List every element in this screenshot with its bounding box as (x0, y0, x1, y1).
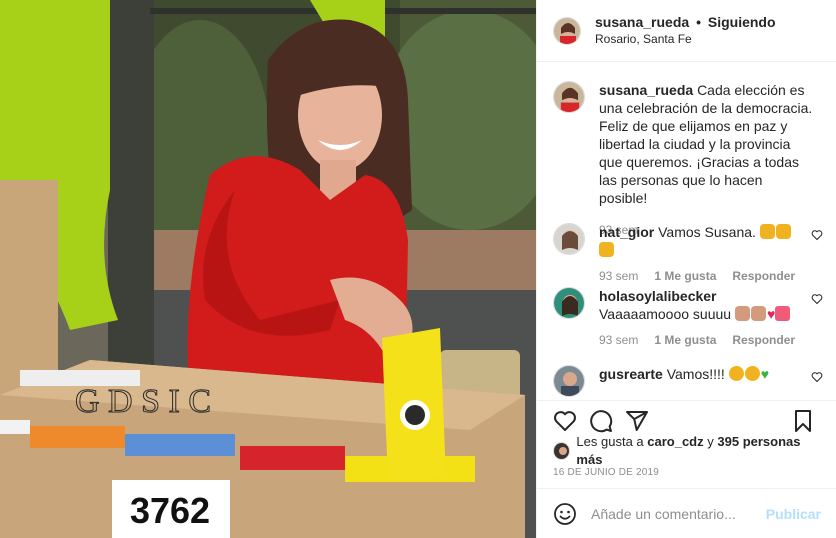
avatar-image (554, 224, 584, 254)
save-bookmark-icon[interactable] (791, 409, 815, 433)
header-text: susana_rueda • Siguiendo Rosario, Santa … (595, 14, 776, 48)
comment-item: nat_gior Vamos Susana. 93 sem 1 Me gusta… (553, 223, 823, 285)
avatar[interactable] (553, 81, 585, 113)
avatar[interactable] (553, 365, 585, 397)
like-comment-heart-icon[interactable] (811, 293, 823, 305)
clap-icon (728, 366, 744, 381)
heart-ribbon-icon (775, 306, 791, 321)
avatar-image (554, 288, 584, 318)
emoji-smile-icon[interactable] (553, 502, 577, 526)
comment-time[interactable]: 93 sem (599, 267, 638, 285)
post-sidebar: susana_rueda • Siguiendo Rosario, Santa … (536, 0, 836, 538)
muscle-icon (750, 306, 766, 321)
comment-bubble-icon[interactable] (589, 409, 613, 433)
comment-username[interactable]: gusrearte (599, 366, 663, 382)
comment-text: Vamos!!!! (666, 366, 725, 382)
comment-username[interactable]: nat_gior (599, 224, 654, 240)
comment-likes[interactable]: 1 Me gusta (654, 267, 716, 285)
avatar-image (554, 366, 584, 396)
caption: susana_rueda Cada elección es una celebr… (553, 81, 823, 239)
muscle-icon (734, 306, 750, 321)
post-image: G D S I C (0, 0, 536, 538)
ballot-box-number: 3762 (129, 490, 211, 531)
like-heart-icon[interactable] (553, 409, 577, 433)
avatar[interactable] (553, 287, 585, 319)
comments-list[interactable]: susana_rueda Cada elección es una celebr… (537, 63, 836, 399)
action-icons (537, 401, 836, 441)
comment-text: Vamos Susana. (658, 224, 756, 240)
avatar[interactable] (553, 223, 585, 255)
like-comment-heart-icon[interactable] (811, 371, 823, 383)
avatar[interactable] (553, 16, 581, 45)
muscle-icon (759, 224, 775, 239)
clap-icon (744, 366, 760, 381)
publish-button[interactable]: Publicar (766, 506, 821, 522)
comment-input[interactable]: Añade un comentario... (591, 506, 766, 522)
comment-likes[interactable]: 1 Me gusta (654, 331, 716, 349)
following-button[interactable]: Siguiendo (708, 14, 776, 30)
separator-dot: • (696, 13, 701, 30)
post-header: susana_rueda • Siguiendo Rosario, Santa … (537, 0, 836, 62)
reply-button[interactable]: Responder (732, 267, 795, 285)
action-bar: Les gusta a caro_cdz y 395 personas más … (537, 400, 836, 478)
post-photo[interactable]: G D S I C 3762 (0, 0, 536, 538)
muscle-icon (599, 242, 614, 257)
location-link[interactable]: Rosario, Santa Fe (595, 31, 776, 48)
share-paper-plane-icon[interactable] (625, 409, 649, 433)
reply-button[interactable]: Responder (732, 331, 795, 349)
likes-summary: Les gusta a caro_cdz y 395 personas más (537, 434, 836, 467)
liker-avatar[interactable] (553, 442, 571, 460)
like-comment-heart-icon[interactable] (811, 229, 823, 241)
muscle-icon (775, 224, 791, 239)
heart-icon: ♥ (766, 306, 776, 322)
avatar-image (554, 443, 570, 459)
comment-text: Vaaaaamoooo suuuu (599, 306, 732, 322)
green-heart-icon: ♥ (760, 366, 769, 382)
caption-username[interactable]: susana_rueda (599, 82, 693, 98)
header-username[interactable]: susana_rueda (595, 14, 689, 30)
avatar-image (554, 82, 584, 112)
comment-username[interactable]: holasoylalibecker (599, 288, 717, 304)
comment-time[interactable]: 93 sem (599, 331, 638, 349)
add-comment-bar: Añade un comentario... Publicar (537, 488, 836, 538)
comment-item: gusrearte Vamos!!!! ♥ (553, 365, 823, 397)
comment-item: holasoylalibecker Vaaaaamoooo suuuu ♥ 93… (553, 287, 823, 349)
avatar-image (554, 17, 580, 44)
svg-text:G D S I C: G D S I C (75, 383, 211, 420)
caption-text: Cada elección es una celebración de la d… (599, 82, 813, 206)
